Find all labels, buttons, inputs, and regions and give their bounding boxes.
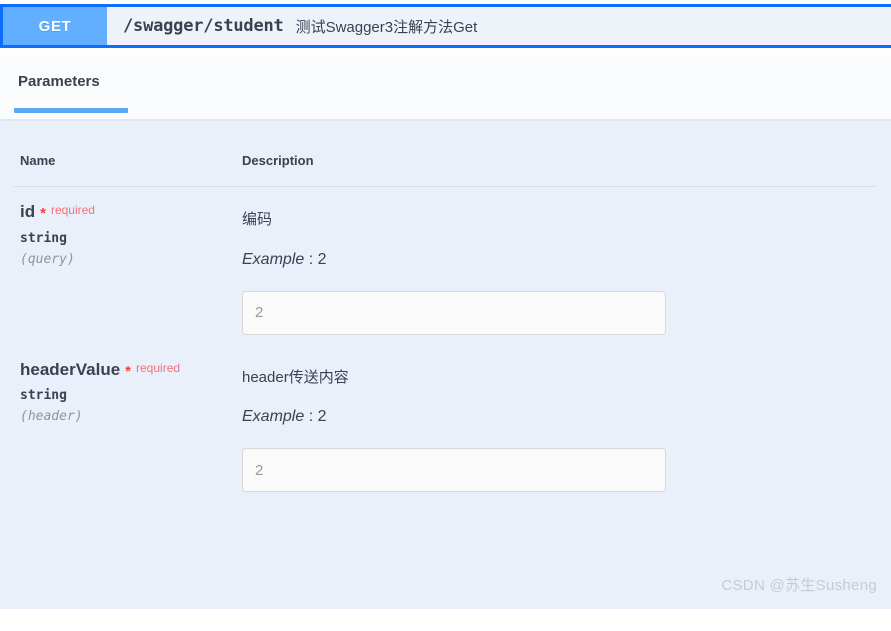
parameter-example: Example : 2	[242, 251, 876, 269]
parameter-description-cell: header传送内容 Example : 2	[236, 345, 876, 503]
table-row: headerValue * required string (header) h…	[14, 345, 876, 503]
parameter-description: 编码	[242, 211, 273, 228]
operation-header[interactable]: GET /swagger/student 测试Swagger3注解方法Get	[0, 4, 891, 48]
parameter-name-text: id	[20, 202, 36, 221]
parameters-table: Name Description id * required string (q…	[14, 153, 876, 502]
parameter-type: string	[20, 230, 67, 246]
parameter-description: header传送内容	[242, 368, 349, 386]
example-value: 2	[317, 408, 327, 425]
parameter-example: Example : 2	[242, 408, 876, 426]
parameter-name-cell: id * required string (query)	[14, 187, 236, 345]
tab-strip: Parameters	[0, 55, 891, 120]
parameter-input-headervalue[interactable]	[242, 448, 666, 492]
parameter-location: (header)	[20, 409, 83, 425]
parameters-panel: Name Description id * required string (q…	[0, 121, 891, 609]
parameter-input-id[interactable]	[242, 290, 666, 335]
parameter-location: (query)	[20, 251, 75, 267]
operation-summary: 测试Swagger3注解方法Get	[295, 18, 478, 36]
parameter-name-text: headerValue	[20, 359, 121, 379]
parameter-name-cell: headerValue * required string (header)	[14, 345, 236, 503]
table-row: id * required string (query) 编码 Example …	[14, 187, 876, 345]
parameter-description-cell: 编码 Example : 2	[236, 187, 876, 345]
column-header-name: Name	[14, 153, 236, 187]
table-header-row: Name Description	[14, 153, 876, 187]
required-label: required	[136, 360, 181, 375]
required-label: required	[50, 203, 95, 217]
parameter-name: id * required	[20, 202, 236, 222]
watermark: CSDN @苏生Susheng	[721, 577, 877, 594]
tab-active-indicator	[14, 108, 128, 113]
operation-path: /swagger/student	[123, 16, 284, 36]
operation-path-container: /swagger/student 测试Swagger3注解方法Get	[107, 7, 891, 45]
tab-parameters[interactable]: Parameters	[14, 73, 104, 102]
parameter-type: string	[20, 388, 67, 404]
operation-block[interactable]: GET /swagger/student 测试Swagger3注解方法Get	[0, 4, 891, 48]
parameter-name: headerValue * required	[20, 359, 236, 380]
column-header-description: Description	[236, 153, 876, 187]
required-asterisk-icon: *	[40, 205, 46, 222]
required-asterisk-icon: *	[125, 362, 132, 380]
http-method-badge: GET	[3, 7, 107, 45]
example-value: 2	[317, 250, 327, 268]
example-label: Example	[242, 408, 305, 425]
example-label: Example	[242, 250, 305, 268]
page-bottom-edge	[0, 609, 891, 631]
